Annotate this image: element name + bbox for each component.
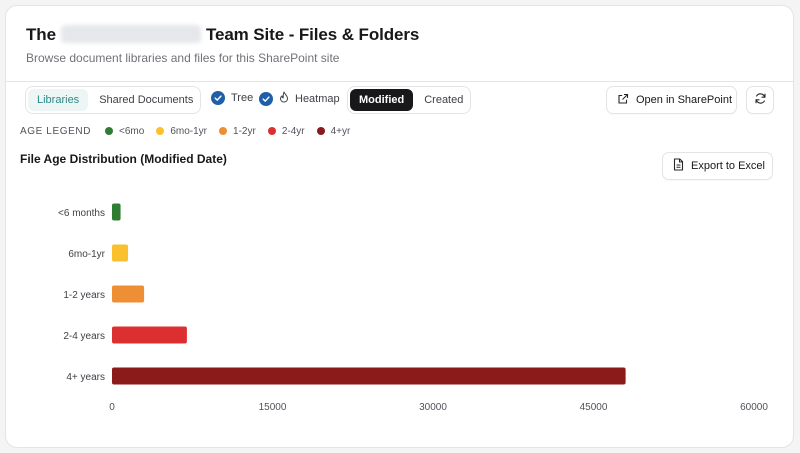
age-legend: AGE LEGEND <6mo 6mo-1yr 1-2yr 2-4yr 4+yr xyxy=(20,124,362,138)
check-icon xyxy=(211,91,225,105)
legend-dot xyxy=(219,127,228,135)
chart-title: File Age Distribution (Modified Date) xyxy=(20,152,227,166)
legend-dot xyxy=(156,127,165,135)
redacted-site-name xyxy=(60,25,201,43)
x-tick-label: 30000 xyxy=(419,402,447,413)
bar[interactable] xyxy=(112,203,121,221)
toggle-heatmap-label: Heatmap xyxy=(295,92,340,105)
bar[interactable] xyxy=(112,367,626,385)
toolbar: Libraries Shared Documents Tree Heatmap … xyxy=(0,86,800,116)
legend-label: 6mo-1yr xyxy=(170,125,208,137)
legend-label: 2-4yr xyxy=(281,125,305,137)
page-subtitle: Browse document libraries and files for … xyxy=(26,51,340,65)
legend-item: 2-4yr xyxy=(267,125,305,137)
tab-shared-documents[interactable]: Shared Documents xyxy=(90,89,202,111)
category-label: 1-2 years xyxy=(63,290,105,301)
legend-label: 1-2yr xyxy=(233,125,256,137)
legend-title: AGE LEGEND xyxy=(20,125,92,137)
category-label: 4+ years xyxy=(66,372,105,383)
category-label: 2-4 years xyxy=(63,331,105,342)
legend-dot xyxy=(267,127,276,135)
bar[interactable] xyxy=(112,244,129,262)
file-age-bar-chart: <6 months 6mo-1yr 1-2 years 2-4 years 4+ yea… xyxy=(58,203,768,413)
bar[interactable] xyxy=(112,326,187,344)
date-tab-group: Modified Created xyxy=(347,86,471,114)
legend-dot xyxy=(316,127,325,135)
legend-label: 4+yr xyxy=(330,125,351,137)
title-suffix: Team Site - Files & Folders xyxy=(205,25,420,44)
page-title: The Team Site - Files & Folders xyxy=(26,25,419,45)
bar[interactable] xyxy=(112,285,145,303)
export-to-excel-label: Export to Excel xyxy=(691,160,765,172)
x-tick-label: 60000 xyxy=(740,402,768,413)
refresh-icon xyxy=(754,92,767,108)
tab-modified[interactable]: Modified xyxy=(350,89,414,111)
x-tick-label: 0 xyxy=(109,402,115,413)
category-label: <6 months xyxy=(58,208,105,219)
external-link-icon xyxy=(617,93,629,108)
toggle-tree[interactable]: Tree xyxy=(211,91,253,105)
page-header: The Team Site - Files & Folders Browse do… xyxy=(6,6,793,82)
legend-item: 4+yr xyxy=(316,125,351,137)
export-to-excel-button[interactable]: Export to Excel xyxy=(662,152,773,180)
x-tick-label: 15000 xyxy=(259,402,287,413)
toggle-tree-label: Tree xyxy=(231,92,254,104)
check-icon xyxy=(259,91,273,106)
legend-item: 6mo-1yr xyxy=(156,126,207,137)
tab-libraries[interactable]: Libraries xyxy=(28,89,89,111)
file-icon xyxy=(673,158,684,174)
legend-item: 1-2yr xyxy=(219,126,256,137)
refresh-button[interactable] xyxy=(746,86,774,114)
category-label: 6mo-1yr xyxy=(68,249,105,260)
title-prefix: The xyxy=(26,25,56,44)
view-tab-group: Libraries Shared Documents xyxy=(25,86,201,114)
toggle-heatmap[interactable]: Heatmap xyxy=(259,91,340,106)
legend-dot xyxy=(105,127,114,135)
flame-icon xyxy=(279,91,289,106)
open-in-sharepoint-label: Open in SharePoint xyxy=(636,94,733,106)
legend-item: <6mo xyxy=(105,126,144,137)
x-tick-label: 45000 xyxy=(580,402,608,413)
open-in-sharepoint-button[interactable]: Open in SharePoint xyxy=(606,86,737,114)
tab-created[interactable]: Created xyxy=(415,89,472,111)
legend-label: <6mo xyxy=(119,125,145,137)
